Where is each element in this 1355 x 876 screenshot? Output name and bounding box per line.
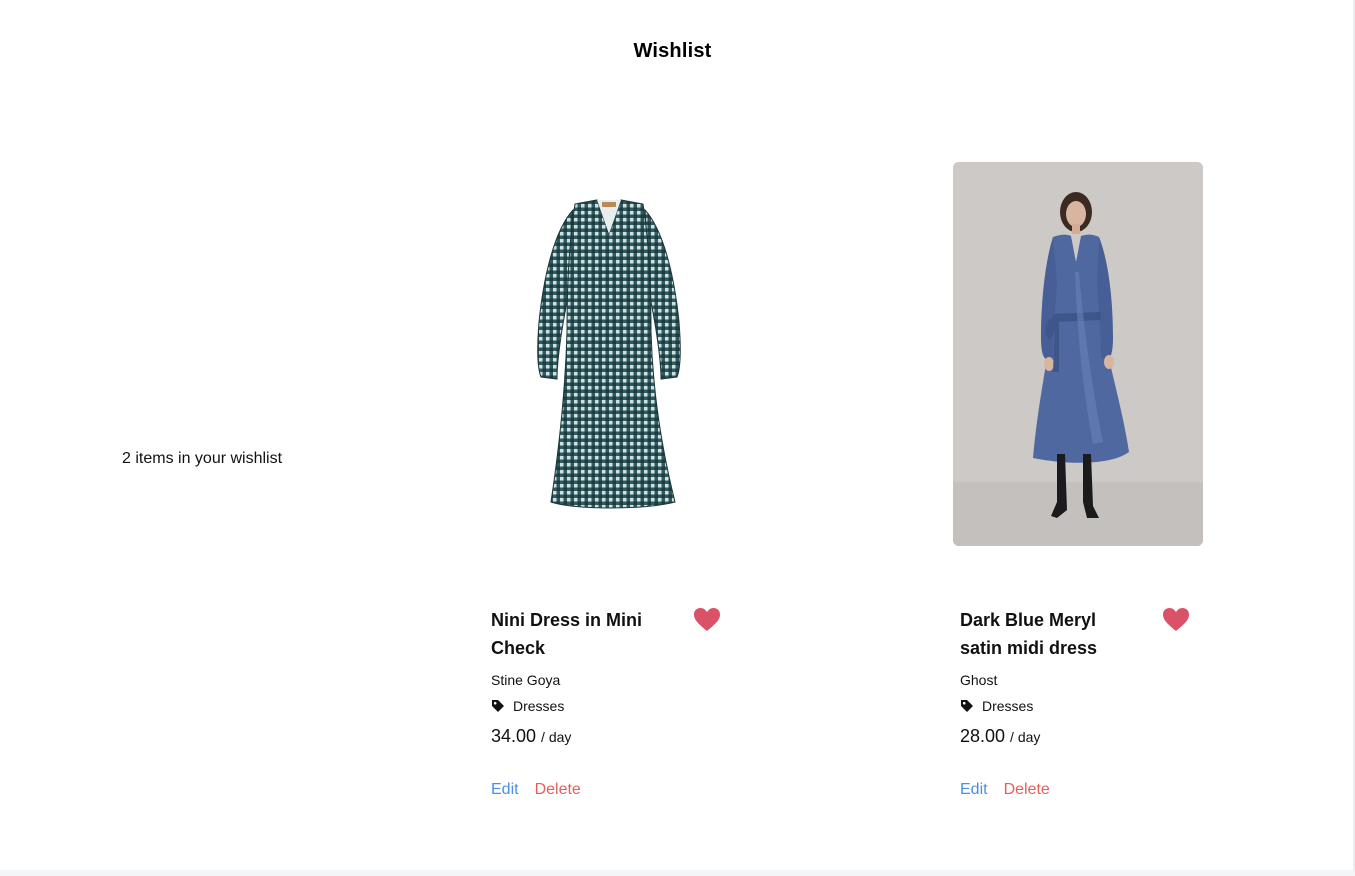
wishlist-count: 2 items in your wishlist [122,450,283,467]
wishlist-card: Nini Dress in Mini Check Stine Goya Dres… [483,162,773,798]
card-actions: Edit Delete [491,781,731,799]
patterned-dress-image [537,199,681,509]
product-image[interactable] [953,162,1203,546]
page-footer-band [0,870,1355,876]
product-info: Nini Dress in Mini Check Stine Goya Dres… [491,606,731,799]
delete-link[interactable]: Delete [1004,781,1050,799]
product-brand: Ghost [960,672,998,688]
heart-icon[interactable] [1162,607,1190,633]
product-category: Dresses [491,698,731,714]
product-info: Dark Blue Meryl satin midi dress Ghost D… [960,606,1200,799]
tag-icon [491,699,505,713]
category-label: Dresses [513,698,565,714]
price-unit: / day [541,729,572,745]
heart-icon[interactable] [693,607,721,633]
product-brand: Stine Goya [491,672,561,688]
delete-link[interactable]: Delete [535,781,581,799]
edit-link[interactable]: Edit [960,781,988,799]
price-unit: / day [1010,729,1041,745]
product-price: 28.00 [960,726,1006,746]
wishlist-card: Dark Blue Meryl satin midi dress Ghost D… [953,162,1243,798]
wishlist-page: Wishlist 2 items in your wishlist Nini D… [0,0,1355,876]
product-image[interactable] [483,162,733,546]
edit-link[interactable]: Edit [491,781,519,799]
product-price: 34.00 [491,726,537,746]
card-actions: Edit Delete [960,781,1200,799]
page-title: Wishlist [633,40,712,62]
category-label: Dresses [982,698,1034,714]
price-line: 34.00 / day [491,726,731,747]
product-name[interactable]: Dark Blue Meryl satin midi dress [960,606,1135,662]
satin-dress-image [953,162,1203,546]
price-line: 28.00 / day [960,726,1200,747]
product-category: Dresses [960,698,1200,714]
tag-icon [960,699,974,713]
product-name[interactable]: Nini Dress in Mini Check [491,606,666,662]
